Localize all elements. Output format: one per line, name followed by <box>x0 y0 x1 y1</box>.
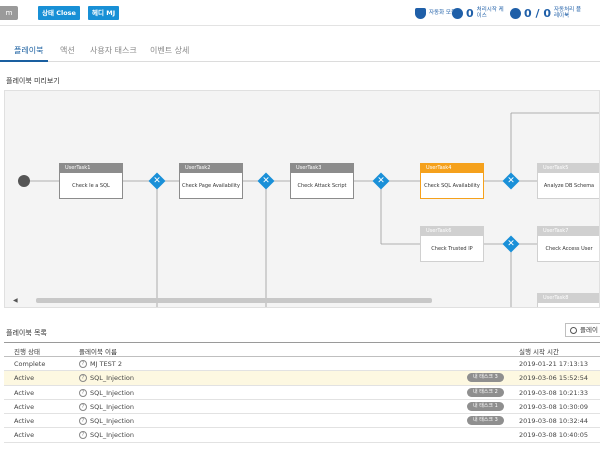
table-row[interactable]: Active ? SQL_Injection 내 태스크 2 2019-03-0… <box>4 386 600 400</box>
my-task-badge: 내 태스크 2 <box>467 387 504 397</box>
task-title: UserTask5 <box>538 164 599 173</box>
help-icon: ? <box>79 431 87 440</box>
row-status: Active <box>14 374 35 383</box>
tab-event-detail[interactable]: 이벤트 상세 <box>150 45 189 56</box>
task-title: UserTask1 <box>60 164 122 173</box>
row-time: 2019-03-08 10:21:33 <box>519 388 589 397</box>
stat-value: 0 <box>466 6 474 20</box>
row-name: SQL_Injection <box>90 402 134 411</box>
row-name: SQL_Injection <box>90 431 134 440</box>
stat-automation-module[interactable]: 자동화 모듈 <box>415 3 457 23</box>
user-task-1[interactable]: UserTask1 Check Ie a SQL <box>59 163 123 199</box>
help-icon: ? <box>79 388 87 397</box>
task-label: Check Attack Script <box>297 183 347 189</box>
user-task-4[interactable]: UserTask4 Check SQL Availability <box>420 163 484 199</box>
row-name: SQL_Injection <box>90 374 134 383</box>
column-header-status: 진행 상태 <box>14 348 40 356</box>
row-status: Active <box>14 402 35 411</box>
tab-active-indicator <box>0 60 48 62</box>
table-row[interactable]: Active ? SQL_Injection 내 태스크 1 2019-03-0… <box>4 400 600 415</box>
task-title: UserTask4 <box>421 164 483 173</box>
count-circle-icon <box>510 7 521 19</box>
user-task-3[interactable]: UserTask3 Check Attack Script <box>290 163 354 199</box>
start-event-icon[interactable] <box>18 175 30 187</box>
row-status: Active <box>14 431 35 440</box>
playbook-action-button[interactable]: 플레이 <box>565 323 600 337</box>
close-icon: ✕ <box>377 176 385 186</box>
user-task-7[interactable]: UserTask7 Check Access User <box>537 226 599 262</box>
button-label: 플레이 <box>580 326 598 334</box>
help-icon: ? <box>79 402 87 411</box>
task-label: Check Access User <box>545 246 593 252</box>
top-bar: m 상태 Close 헤디 MJ 자동화 모듈 0 처리시작 케이스 0 / 0… <box>0 0 600 26</box>
preview-title: 플레이북 미리보기 <box>6 77 60 85</box>
task-title: UserTask8 <box>538 294 599 303</box>
list-title: 플레이북 목록 <box>6 329 47 337</box>
user-task-8[interactable]: UserTask8 <box>537 293 599 307</box>
user-task-6[interactable]: UserTask6 Check Trusted IP <box>420 226 484 262</box>
my-task-badge: 내 태스크 3 <box>467 373 504 383</box>
playbook-table: 진행 상태 플레이북 이름 실행 시작 시간 Complete ? MJ TES… <box>4 342 600 443</box>
column-header-name: 플레이북 이름 <box>79 348 117 356</box>
table-row[interactable]: Active ? SQL_Injection 내 태스크 3 2019-03-0… <box>4 371 600 386</box>
row-status: Complete <box>14 360 46 368</box>
task-label: Check SQL Availability <box>424 183 480 189</box>
tab-action[interactable]: 액션 <box>60 45 75 56</box>
playbook-preview-canvas[interactable]: UserTask1 Check Ie a SQL ✕ UserTask2 Che… <box>4 90 600 308</box>
task-title: UserTask3 <box>291 164 353 173</box>
task-label: Check Page Availability <box>182 183 240 189</box>
scroll-left-arrow-icon[interactable]: ◀ <box>13 297 18 304</box>
task-title: UserTask7 <box>538 227 599 236</box>
tab-user-task[interactable]: 사용자 태스크 <box>90 45 137 56</box>
close-icon: ✕ <box>507 176 515 186</box>
row-time: 2019-03-08 10:32:44 <box>519 417 589 426</box>
table-header: 진행 상태 플레이북 이름 실행 시작 시간 <box>4 342 600 357</box>
table-row[interactable]: Complete ? MJ TEST 2 2019-01-21 17:13:13 <box>4 357 600 372</box>
my-task-badge: 내 태스크 1 <box>467 401 504 411</box>
stat-started-cases[interactable]: 0 처리시작 케이스 <box>452 3 505 23</box>
table-row[interactable]: Active ? SQL_Injection 내 태스크 3 2019-03-0… <box>4 414 600 429</box>
row-name: SQL_Injection <box>90 388 134 397</box>
help-icon: ? <box>79 417 87 426</box>
row-time: 2019-03-06 15:52:54 <box>519 374 589 383</box>
tab-bar: 플레이북 액션 사용자 태스크 이벤트 상세 <box>0 42 600 62</box>
task-label: Check Trusted IP <box>431 246 473 252</box>
user-task-5[interactable]: UserTask5 Analyze DB Schema <box>537 163 599 199</box>
check-circle-icon <box>452 7 463 19</box>
ban-icon <box>570 327 577 334</box>
my-task-badge: 내 태스크 3 <box>467 416 504 426</box>
help-icon: ? <box>79 374 87 383</box>
column-header-start-time: 실행 시작 시간 <box>519 348 560 356</box>
shield-icon <box>415 7 426 19</box>
close-icon: ✕ <box>153 176 161 186</box>
table-row[interactable]: Active ? SQL_Injection 2019-03-08 10:40:… <box>4 428 600 443</box>
horizontal-scrollbar[interactable] <box>36 298 432 303</box>
task-label: Check Ie a SQL <box>72 183 110 189</box>
state-close-button[interactable]: 상태 Close <box>38 6 80 20</box>
stat-value: 0 / 0 <box>524 6 551 20</box>
row-name: MJ TEST 2 <box>90 360 122 368</box>
row-name: SQL_Injection <box>90 417 134 426</box>
tab-playbook[interactable]: 플레이북 <box>14 45 43 56</box>
row-time: 2019-03-08 10:30:09 <box>519 402 589 411</box>
task-label: Analyze DB Schema <box>543 183 595 189</box>
row-status: Active <box>14 417 35 426</box>
user-task-2[interactable]: UserTask2 Check Page Availability <box>179 163 243 199</box>
task-title: UserTask2 <box>180 164 242 173</box>
row-time: 2019-01-21 17:13:13 <box>519 360 589 368</box>
stat-label: 처리시작 케이스 <box>476 6 504 20</box>
close-icon: ✕ <box>262 176 270 186</box>
view-select[interactable]: m <box>0 6 18 20</box>
marker-button[interactable]: 헤디 MJ <box>88 6 120 20</box>
row-status: Active <box>14 388 35 397</box>
row-time: 2019-03-08 10:40:05 <box>519 431 589 440</box>
close-icon: ✕ <box>507 239 515 249</box>
task-title: UserTask6 <box>421 227 483 236</box>
stat-auto-playbooks[interactable]: 0 / 0 자동처리 플레이북 <box>510 3 582 23</box>
stat-label: 자동처리 플레이북 <box>553 6 582 20</box>
help-icon: ? <box>79 360 87 368</box>
